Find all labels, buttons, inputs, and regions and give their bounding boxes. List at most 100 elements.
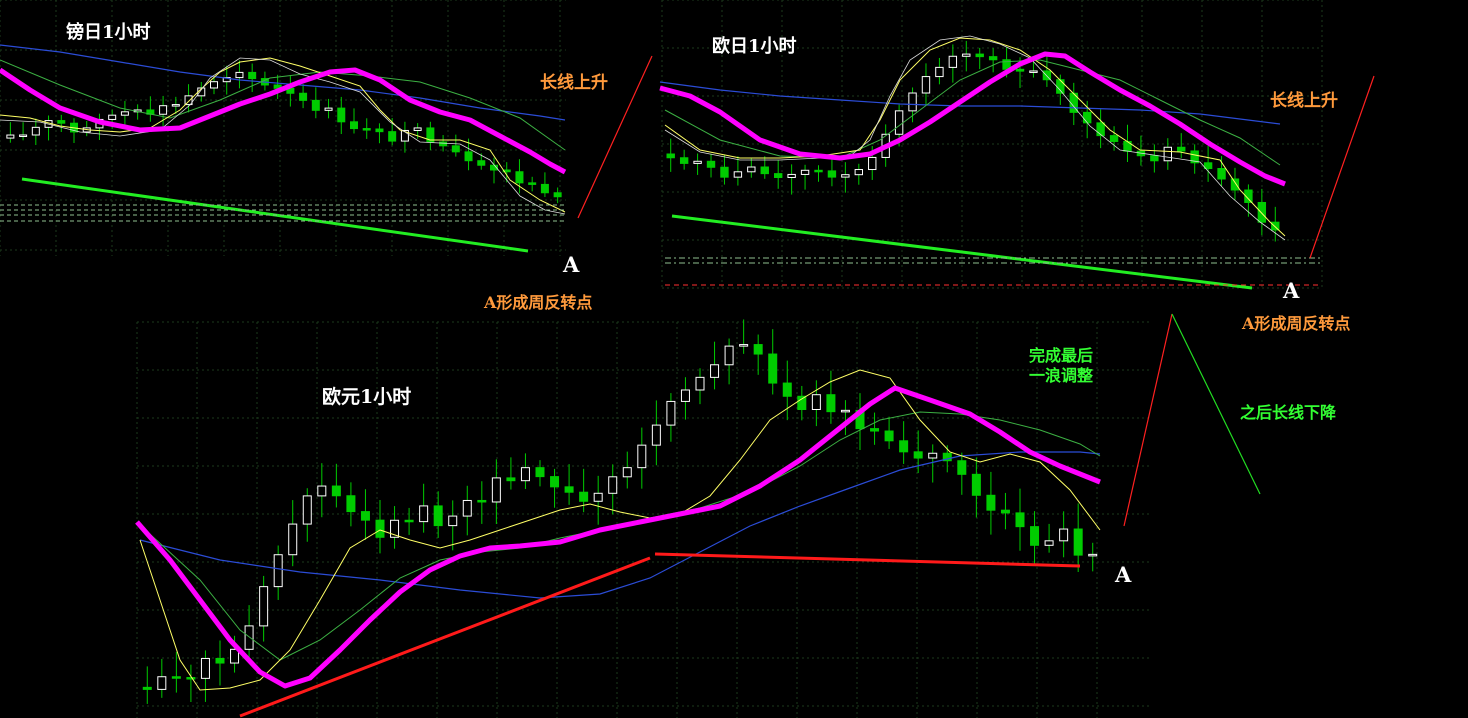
bear-candle [870,428,880,432]
bear-candle [988,56,998,61]
bear-candle [913,451,923,459]
bull-candle [108,114,117,120]
bear-candle [433,505,443,527]
bear-candle [753,344,763,355]
gbpjpy-point-a: A [562,252,580,277]
bear-candle [814,169,823,173]
bear-candle [477,499,487,503]
bear-candle [782,382,792,397]
gbpjpy-candles [6,60,562,204]
bear-candle [1073,528,1083,556]
bear-candle [388,131,397,142]
bull-candle [6,134,15,139]
bull-candle [693,160,702,164]
bear-candle [760,166,769,175]
gbpjpy-ma-magenta [0,67,567,175]
bear-candle [331,485,341,497]
bull-candle [491,477,501,503]
bull-candle [948,55,958,68]
bull-candle [1088,553,1098,557]
bull-candle [622,467,632,478]
eurjpy-weekly-reversal-label: A形成周反转点 [1241,314,1350,333]
bull-candle [120,111,129,116]
bear-candle [564,486,574,493]
bear-candle [506,477,516,482]
bull-candle [747,166,756,173]
bear-candle [1257,201,1267,223]
bear-candle [706,160,716,168]
bull-candle [608,476,618,494]
bull-candle [302,495,312,525]
bear-candle [1096,122,1105,137]
bear-candle [1109,135,1119,142]
bull-candle [157,676,167,690]
bear-candle [1015,512,1025,528]
bear-candle [679,157,689,164]
bull-candle [787,173,796,178]
bear-candle [1030,526,1040,546]
bear-candle [477,160,486,166]
eurusd-trendline-up [239,556,651,718]
bear-candle [515,171,524,184]
eurjpy-chart [659,35,1375,290]
bear-candle [404,519,414,523]
bull-candle [894,110,904,135]
bull-candle [695,376,705,391]
long-down-label: 之后长线下降 [1240,403,1337,422]
bear-candle [975,53,984,58]
bear-candle [720,166,729,178]
bull-candle [637,444,647,469]
bull-candle [710,364,720,378]
bear-candle [827,170,837,178]
bear-candle [1000,509,1010,514]
gbpjpy-ma-green [0,59,566,151]
eurjpy-horizontal-levels [665,257,1322,286]
eurjpy-ma-green [664,59,1281,166]
bear-candle [553,192,562,198]
eurusd-ma-green [139,411,1101,661]
bear-candle [1230,178,1240,191]
bear-candle [337,107,346,123]
bull-candle [419,505,429,523]
bear-candle [171,676,181,679]
bear-candle [375,128,384,133]
bull-candle [324,107,333,111]
bear-candle [957,460,967,475]
bull-candle [868,156,877,171]
bull-candle [1163,146,1172,162]
gbpjpy-title: 镑日1小时 [66,21,151,43]
bull-candle [724,345,734,366]
bull-candle [210,81,218,89]
eurusd-title: 欧元1小时 [322,385,411,408]
bull-candle [840,409,850,413]
gbpjpy-ma-blue [0,44,566,121]
eurjpy-point-a: A [1282,278,1300,303]
bull-candle [288,523,298,556]
bear-candle [535,467,545,478]
bull-candle [413,127,422,131]
bear-candle [1177,146,1186,152]
bear-candle [439,141,448,147]
bull-candle [200,657,210,679]
bull-candle [31,126,40,136]
bear-candle [360,511,370,521]
bull-candle [666,400,676,426]
eurusd-projection-up [1123,313,1173,527]
bear-candle [971,473,981,496]
eurjpy-ma-blue [659,81,1281,125]
bull-candle [171,104,180,107]
bull-candle [259,586,269,627]
bear-candle [248,71,257,80]
bear-candle [768,353,778,384]
bull-candle [651,424,661,446]
bull-candle [800,169,810,175]
gbpjpy-long-up-label: 长线上升 [540,72,608,93]
bull-candle [935,66,944,78]
bull-candle [448,515,458,527]
bull-candle [928,452,938,459]
bear-candle [1083,111,1092,124]
eurjpy-title: 欧日1小时 [712,35,797,57]
bull-candle [841,174,850,178]
eurjpy-ma-magenta [659,51,1286,187]
bull-candle [593,492,603,502]
